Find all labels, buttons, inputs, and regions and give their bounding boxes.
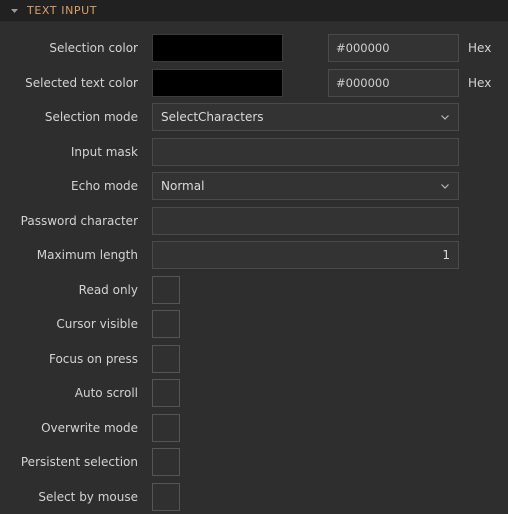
- number-input-maximum-length[interactable]: 1: [152, 241, 459, 269]
- row-auto-scroll: Auto scroll: [0, 376, 508, 411]
- hex-input-selection-color[interactable]: #000000: [328, 34, 459, 62]
- row-echo-mode: Echo mode Normal: [0, 169, 508, 204]
- field-persistent-selection: [138, 448, 508, 476]
- label-selection-mode: Selection mode: [0, 110, 138, 124]
- dropdown-selection-mode[interactable]: SelectCharacters: [152, 103, 459, 131]
- checkbox-auto-scroll[interactable]: [152, 379, 180, 407]
- field-overwrite-mode: [138, 414, 508, 442]
- field-read-only: [138, 276, 508, 304]
- label-persistent-selection: Persistent selection: [0, 455, 138, 469]
- field-selection-mode: SelectCharacters: [138, 103, 508, 131]
- chevron-down-icon[interactable]: [7, 4, 21, 18]
- label-select-by-mouse: Select by mouse: [0, 490, 138, 504]
- field-cursor-visible: [138, 310, 508, 338]
- color-swatch-selected-text-color[interactable]: [152, 69, 283, 97]
- label-cursor-visible: Cursor visible: [0, 317, 138, 331]
- row-cursor-visible: Cursor visible: [0, 307, 508, 342]
- dropdown-value-echo-mode: Normal: [161, 179, 439, 193]
- row-input-mask: Input mask: [0, 135, 508, 170]
- field-select-by-mouse: [138, 483, 508, 511]
- label-focus-on-press: Focus on press: [0, 352, 138, 366]
- dropdown-echo-mode[interactable]: Normal: [152, 172, 459, 200]
- label-overwrite-mode: Overwrite mode: [0, 421, 138, 435]
- field-password-character: [138, 207, 508, 235]
- checkbox-read-only[interactable]: [152, 276, 180, 304]
- section-title: TEXT INPUT: [27, 4, 97, 17]
- section-header-text-input[interactable]: TEXT INPUT: [0, 0, 508, 22]
- row-focus-on-press: Focus on press: [0, 342, 508, 377]
- label-auto-scroll: Auto scroll: [0, 386, 138, 400]
- checkbox-overwrite-mode[interactable]: [152, 414, 180, 442]
- label-echo-mode: Echo mode: [0, 179, 138, 193]
- color-swatch-selection-color[interactable]: [152, 34, 283, 62]
- hex-value-selected-text-color: #000000: [336, 76, 390, 90]
- chevron-down-icon[interactable]: [439, 111, 451, 123]
- checkbox-persistent-selection[interactable]: [152, 448, 180, 476]
- field-maximum-length: 1: [138, 241, 508, 269]
- row-password-character: Password character: [0, 204, 508, 239]
- label-password-character: Password character: [0, 214, 138, 228]
- hex-unit-label-selection-color: Hex: [468, 41, 491, 55]
- text-input-input-mask[interactable]: [152, 138, 459, 166]
- hex-input-selected-text-color[interactable]: #000000: [328, 69, 459, 97]
- field-auto-scroll: [138, 379, 508, 407]
- label-input-mask: Input mask: [0, 145, 138, 159]
- label-selected-text-color: Selected text color: [0, 76, 138, 90]
- row-select-by-mouse: Select by mouse: [0, 480, 508, 514]
- row-selection-mode: Selection mode SelectCharacters: [0, 100, 508, 135]
- field-echo-mode: Normal: [138, 172, 508, 200]
- chevron-down-icon[interactable]: [439, 180, 451, 192]
- label-maximum-length: Maximum length: [0, 248, 138, 262]
- text-input-password-character[interactable]: [152, 207, 459, 235]
- checkbox-cursor-visible[interactable]: [152, 310, 180, 338]
- row-persistent-selection: Persistent selection: [0, 445, 508, 480]
- row-maximum-length: Maximum length 1: [0, 238, 508, 273]
- label-selection-color: Selection color: [0, 41, 138, 55]
- row-read-only: Read only: [0, 273, 508, 308]
- row-selection-color: Selection color #000000 Hex: [0, 31, 508, 66]
- row-overwrite-mode: Overwrite mode: [0, 411, 508, 446]
- label-read-only: Read only: [0, 283, 138, 297]
- field-input-mask: [138, 138, 508, 166]
- hex-value-selection-color: #000000: [336, 41, 390, 55]
- field-focus-on-press: [138, 345, 508, 373]
- checkbox-focus-on-press[interactable]: [152, 345, 180, 373]
- hex-unit-label-selected-text-color: Hex: [468, 76, 491, 90]
- checkbox-select-by-mouse[interactable]: [152, 483, 180, 511]
- field-selected-text-color: #000000 Hex: [138, 69, 508, 97]
- row-selected-text-color: Selected text color #000000 Hex: [0, 66, 508, 101]
- field-selection-color: #000000 Hex: [138, 34, 508, 62]
- number-value-maximum-length: 1: [442, 248, 450, 262]
- properties-list: Selection color #000000 Hex Selected tex…: [0, 22, 508, 514]
- dropdown-value-selection-mode: SelectCharacters: [161, 110, 439, 124]
